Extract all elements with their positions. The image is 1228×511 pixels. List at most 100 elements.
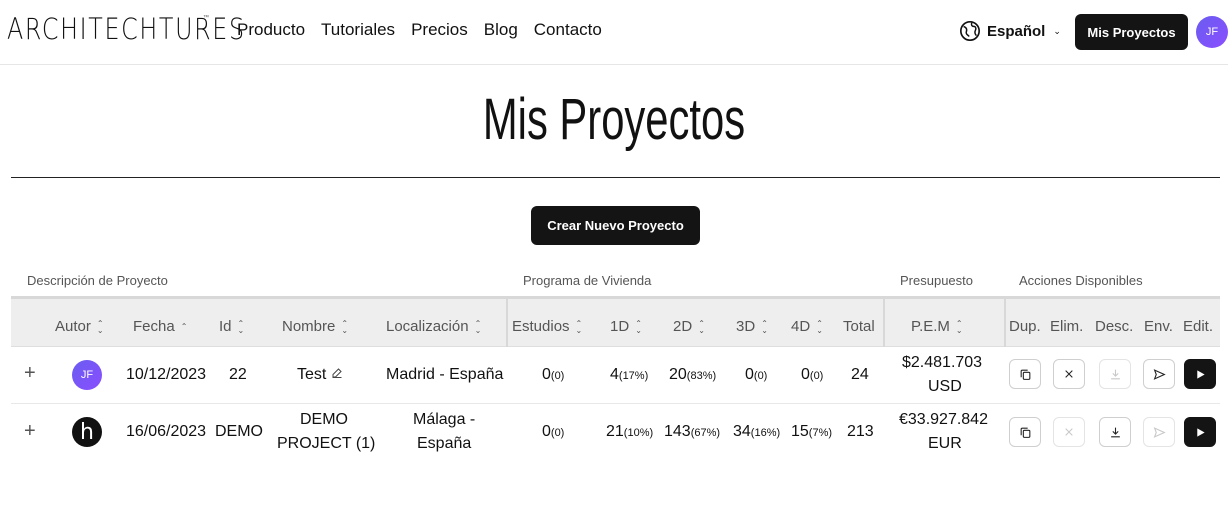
main-nav: Producto Tutoriales Precios Blog Contact… [237, 20, 602, 40]
author-avatar: JF [72, 360, 102, 390]
col-id-label: Id [219, 318, 232, 335]
cell-estudios: 0(0) [542, 366, 564, 384]
row-divider [11, 403, 1220, 404]
cell-fecha: 16/06/2023 [126, 423, 207, 440]
duplicate-icon [1020, 369, 1030, 380]
chevron-down-icon: ⌄ [1053, 25, 1061, 36]
expand-row-icon[interactable]: + [24, 420, 36, 443]
group-description: Descripción de Proyecto [27, 273, 168, 288]
col-localizacion[interactable]: Localización ⌃ ⌄ [386, 318, 481, 335]
d2-value: 143 [664, 423, 691, 440]
column-separator [883, 299, 885, 347]
cell-4d: 0(0) [801, 366, 823, 384]
cell-currency: USD [928, 378, 962, 395]
cell-total: 213 [847, 423, 874, 440]
send-button[interactable] [1143, 417, 1175, 447]
create-project-button[interactable]: Crear Nuevo Proyecto [531, 206, 700, 245]
col-1d-label: 1D [610, 318, 630, 335]
d4-value: 0 [801, 366, 810, 383]
col-pem[interactable]: P.E.M ⌃ ⌄ [911, 318, 963, 335]
col-elim: Elim. [1050, 318, 1083, 335]
cell-estudios: 0(0) [542, 423, 564, 441]
cell-localizacion-line2: España [417, 435, 472, 452]
sort-icon: ⌃ ⌄ [635, 318, 642, 335]
edit-play-button[interactable] [1184, 359, 1216, 389]
d2-pct: (83%) [686, 370, 717, 382]
col-autor[interactable]: Autor ⌃ ⌄ [55, 318, 104, 335]
col-pem-label: P.E.M [911, 318, 950, 335]
edit-icon[interactable] [331, 367, 343, 379]
d2-pct: (67%) [690, 427, 721, 439]
title-divider [11, 177, 1220, 178]
sort-icon: ⌃ ⌄ [237, 318, 245, 335]
col-2d-label: 2D [673, 318, 693, 335]
download-button[interactable] [1099, 417, 1131, 447]
estudios-value: 0 [542, 366, 551, 383]
col-localizacion-label: Localización [386, 318, 469, 335]
d1-value: 4 [610, 366, 619, 383]
nav-contacto[interactable]: Contacto [534, 20, 602, 40]
cell-localizacion-line1: Málaga - [413, 411, 476, 428]
col-3d[interactable]: 3D ⌃ ⌄ [736, 318, 768, 335]
d3-pct: (0) [753, 370, 768, 382]
delete-button[interactable] [1053, 359, 1085, 389]
language-selector[interactable]: Español ⌄ [959, 20, 1061, 42]
col-total-label: Total [843, 318, 875, 335]
sort-icon: ⌃ ⌄ [698, 318, 705, 335]
mis-proyectos-button[interactable]: Mis Proyectos [1075, 14, 1188, 50]
cell-1d: 4(17%) [610, 366, 648, 384]
cell-nombre[interactable]: Test [297, 366, 343, 384]
nav-producto[interactable]: Producto [237, 20, 305, 40]
close-icon [1065, 428, 1073, 436]
col-elim-label: Elim. [1050, 318, 1084, 335]
sort-icon: ⌃ ⌄ [575, 318, 583, 335]
group-budget: Presupuesto [900, 273, 973, 288]
col-id[interactable]: Id ⌃ ⌄ [219, 318, 244, 335]
group-actions: Acciones Disponibles [1019, 273, 1143, 288]
col-estudios[interactable]: Estudios ⌃ ⌄ [512, 318, 582, 335]
col-fecha[interactable]: Fecha ⌃ [133, 318, 187, 335]
user-avatar[interactable]: JF [1196, 16, 1228, 48]
logo[interactable]: ARCHITECHTURES [7, 12, 246, 46]
col-env: Env. [1144, 318, 1173, 335]
top-navbar: ARCHITECHTURES ™ Producto Tutoriales Pre… [0, 0, 1228, 65]
nav-precios[interactable]: Precios [411, 20, 468, 40]
cell-3d: 34(16%) [733, 423, 780, 441]
sort-icon: ⌃ ⌄ [955, 318, 963, 335]
expand-row-icon[interactable]: + [24, 362, 36, 385]
send-button[interactable] [1143, 359, 1175, 389]
play-icon [1196, 369, 1205, 379]
duplicate-icon [1020, 427, 1030, 438]
duplicate-button[interactable] [1009, 359, 1041, 389]
sort-icon: ⌃ ⌄ [816, 318, 823, 335]
d1-value: 21 [606, 423, 624, 440]
col-4d[interactable]: 4D ⌃ ⌄ [791, 318, 823, 335]
duplicate-button[interactable] [1009, 417, 1041, 447]
cell-localizacion: Madrid - España [386, 366, 504, 383]
col-edit-label: Edit. [1183, 318, 1214, 335]
d3-value: 34 [733, 423, 751, 440]
edit-play-button[interactable] [1184, 417, 1216, 447]
nav-blog[interactable]: Blog [484, 20, 518, 40]
logo-trademark: ™ [203, 15, 209, 21]
col-edit: Edit. [1183, 318, 1213, 335]
cell-total: 24 [851, 366, 869, 383]
nav-tutoriales[interactable]: Tutoriales [321, 20, 395, 40]
download-button[interactable] [1099, 359, 1131, 389]
sort-icon: ⌃ ⌄ [341, 318, 349, 335]
col-2d[interactable]: 2D ⌃ ⌄ [673, 318, 705, 335]
d1-pct: (10%) [623, 427, 654, 439]
cell-fecha: 10/12/2023 [126, 366, 207, 383]
col-env-label: Env. [1144, 318, 1173, 335]
col-autor-label: Autor [55, 318, 91, 335]
col-dup: Dup. [1009, 318, 1041, 335]
cell-1d: 21(10%) [606, 423, 653, 441]
cell-nombre-line1: DEMO [300, 411, 348, 428]
cell-nombre-line2: PROJECT (1) [277, 435, 376, 452]
delete-button[interactable] [1053, 417, 1085, 447]
download-icon [1110, 427, 1120, 437]
col-nombre[interactable]: Nombre ⌃ ⌄ [282, 318, 348, 335]
col-1d[interactable]: 1D ⌃ ⌄ [610, 318, 642, 335]
sort-asc-icon: ⌃ [180, 322, 188, 331]
sort-icon: ⌃ ⌄ [474, 318, 482, 335]
